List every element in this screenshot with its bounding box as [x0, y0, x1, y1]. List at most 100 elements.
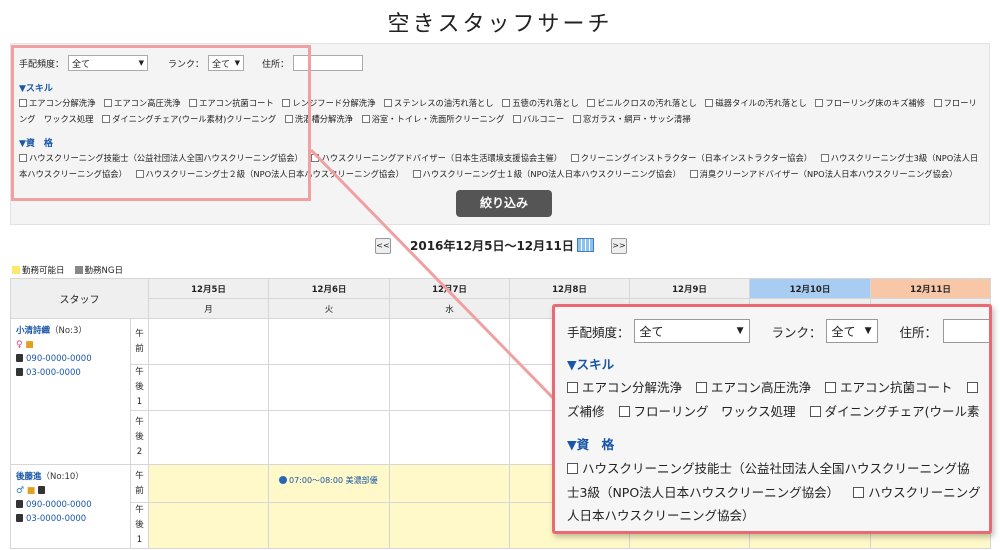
zoom-qual-label: ハウスクリーニング技能士（公益社団法人全国ハウスクリーニング協 — [582, 461, 970, 476]
staff-name-link[interactable]: 小清詩織 — [16, 326, 50, 336]
checkbox[interactable] — [412, 170, 421, 178]
checkbox — [825, 382, 836, 393]
checkbox[interactable] — [572, 115, 581, 123]
week-label: 2016年12月5日～12月11日 — [410, 239, 574, 253]
staff-name-link[interactable]: 後藤進 — [16, 472, 42, 482]
day-header: 12月9日 — [629, 278, 750, 299]
skill-option[interactable]: ステンレスの油汚れ落とし — [384, 98, 494, 108]
mobile-number[interactable]: 090-0000-0000 — [26, 354, 92, 364]
day-cell-available[interactable] — [148, 502, 269, 549]
day-header: 12月6日 — [268, 278, 390, 299]
day-cell-available[interactable] — [148, 464, 269, 503]
day-cell[interactable] — [389, 318, 510, 365]
skill-option[interactable]: 五徳の汚れ落とし — [502, 98, 579, 108]
phone-icon — [16, 368, 23, 376]
day-cell-available[interactable] — [389, 502, 510, 549]
skill-option[interactable]: 磁器タイルの汚れ落とし — [705, 98, 807, 108]
staff-number: （No:3） — [50, 326, 87, 336]
checkbox[interactable] — [815, 99, 824, 107]
day-cell-available[interactable] — [268, 502, 390, 549]
qual-label: ハウスクリーニングアドバイザー（日本生活環境支援協会主催） — [321, 153, 563, 163]
checkbox[interactable] — [689, 170, 698, 178]
staff-info: 後藤進（No:10） ♂ ■ 090-0000-0000 03-0000-000… — [10, 464, 131, 549]
filter-button[interactable]: 絞り込み — [456, 190, 552, 217]
qual-option[interactable]: クリーニングインストラクター（日本インストラクター協会） — [570, 153, 813, 163]
checkbox[interactable] — [820, 154, 829, 162]
legend-available: 勤務可能日 — [12, 264, 65, 276]
slot-label: 午 後 1 — [135, 367, 144, 407]
qual-option[interactable]: ハウスクリーニング士１級（NPO法人日本ハウスクリーニング協会） — [412, 169, 681, 179]
checkbox[interactable] — [570, 154, 579, 162]
skill-option[interactable]: バルコニー — [512, 114, 565, 124]
checkbox — [618, 406, 630, 417]
prev-week-button[interactable]: << — [375, 238, 391, 254]
zoom-skill-label: ダイニングチェア(ウール素 — [824, 404, 980, 419]
checkbox[interactable] — [512, 115, 521, 123]
checkbox[interactable] — [384, 99, 393, 107]
phone-number[interactable]: 03-000-0000 — [26, 368, 81, 378]
mobile-number[interactable]: 090-0000-0000 — [26, 500, 92, 510]
staff-header: スタッフ — [10, 278, 149, 319]
day-cell[interactable] — [148, 410, 269, 465]
skill-option[interactable]: フローリング床のキズ補修 — [815, 98, 925, 108]
day-cell[interactable] — [268, 364, 390, 411]
skill-label: バルコニー — [522, 114, 565, 124]
qual-option[interactable]: ハウスクリーニングアドバイザー（日本生活環境支援協会主催） — [311, 153, 562, 163]
day-cell[interactable] — [148, 364, 269, 411]
qual-label: クリーニングインストラクター（日本インストラクター協会） — [580, 153, 813, 163]
skill-option[interactable]: ビニルクロスの汚れ落とし — [587, 98, 697, 108]
checkbox[interactable] — [361, 115, 370, 123]
zoom-skills-heading: ▼スキル — [567, 357, 615, 372]
zoom-rank-select: 全て ▼ — [825, 319, 878, 343]
mobile-icon — [16, 354, 23, 362]
skill-label: 窓ガラス・網戸・サッシ清掃 — [582, 114, 691, 124]
slot-label: 午 後 1 — [135, 505, 144, 545]
zoom-quals-heading: ▼資 格 — [567, 437, 615, 452]
day-header-saturday: 12月10日 — [749, 278, 871, 299]
checkbox[interactable] — [502, 99, 511, 107]
phone-icon — [16, 514, 23, 522]
skill-label: ビニルクロスの汚れ落とし — [597, 98, 697, 108]
slot-label: 午 後 2 — [135, 417, 144, 457]
day-cell[interactable] — [148, 318, 269, 365]
zoom-skill-label: エアコン抗菌コート — [840, 380, 953, 395]
skill-label: 浴室・トイレ・洗面所クリーニング — [371, 114, 505, 124]
zoom-qual-label: ハウスクリーニング — [868, 485, 981, 500]
zoom-frequency-label: 手配頻度： — [567, 324, 630, 340]
checkbox — [567, 463, 578, 474]
qual-label: ハウスクリーニング士１級（NPO法人日本ハウスクリーニング協会） — [422, 169, 681, 179]
next-week-button[interactable]: >> — [611, 238, 627, 254]
checkbox[interactable] — [587, 99, 596, 107]
zoom-content: 手配頻度： 全て ▼ ランク： 全て ▼ 住所： ▼スキル エアコン分解洗浄 エアコ… — [555, 307, 989, 531]
chevron-down-icon: ▼ — [736, 326, 744, 336]
slot-pm1: 午 後 1 — [130, 364, 149, 411]
slot-pm1: 午 後 1 — [130, 502, 149, 549]
page-title: 空きスタッフサーチ — [387, 12, 613, 37]
checkbox[interactable] — [705, 99, 714, 107]
car-icon: ■ — [25, 340, 34, 350]
day-cell-available[interactable] — [389, 464, 510, 503]
day-cell[interactable] — [389, 364, 510, 411]
checkbox — [809, 406, 821, 417]
staff-number: （No:10） — [41, 472, 84, 482]
zoom-skills-line: ズ補修 フローリング ワックス処理 ダイニングチェア(ウール素 — [567, 401, 989, 420]
weekday-label: 水 — [389, 298, 510, 319]
skill-option[interactable]: 窓ガラス・網戸・サッシ清掃 — [572, 114, 691, 124]
skill-option[interactable]: 浴室・トイレ・洗面所クリーニング — [361, 114, 505, 124]
day-cell[interactable] — [268, 410, 390, 465]
skill-label: フローリング床のキズ補修 — [825, 98, 925, 108]
day-header: 12月7日 — [389, 278, 510, 299]
checkbox[interactable] — [933, 99, 942, 107]
shift-entry[interactable]: 07:00～08:00 美濃部優 — [268, 464, 390, 503]
checkbox[interactable] — [311, 154, 320, 162]
zoom-filter-row: 手配頻度： 全て ▼ ランク： 全て ▼ 住所： — [567, 319, 989, 343]
calendar-icon[interactable] — [577, 238, 594, 252]
legend-label: 勤務可能日 — [22, 266, 65, 276]
slot-pm2: 午 後 2 — [130, 410, 149, 465]
day-header: 12月5日 — [148, 278, 269, 299]
phone-number[interactable]: 03-0000-0000 — [26, 514, 86, 524]
day-cell[interactable] — [268, 318, 390, 365]
qual-option[interactable]: 消臭クリーンアドバイザー（NPO法人日本ハウスクリーニング協会） — [689, 169, 957, 179]
zoom-address-label: 住所： — [899, 324, 938, 340]
day-cell[interactable] — [389, 410, 510, 465]
